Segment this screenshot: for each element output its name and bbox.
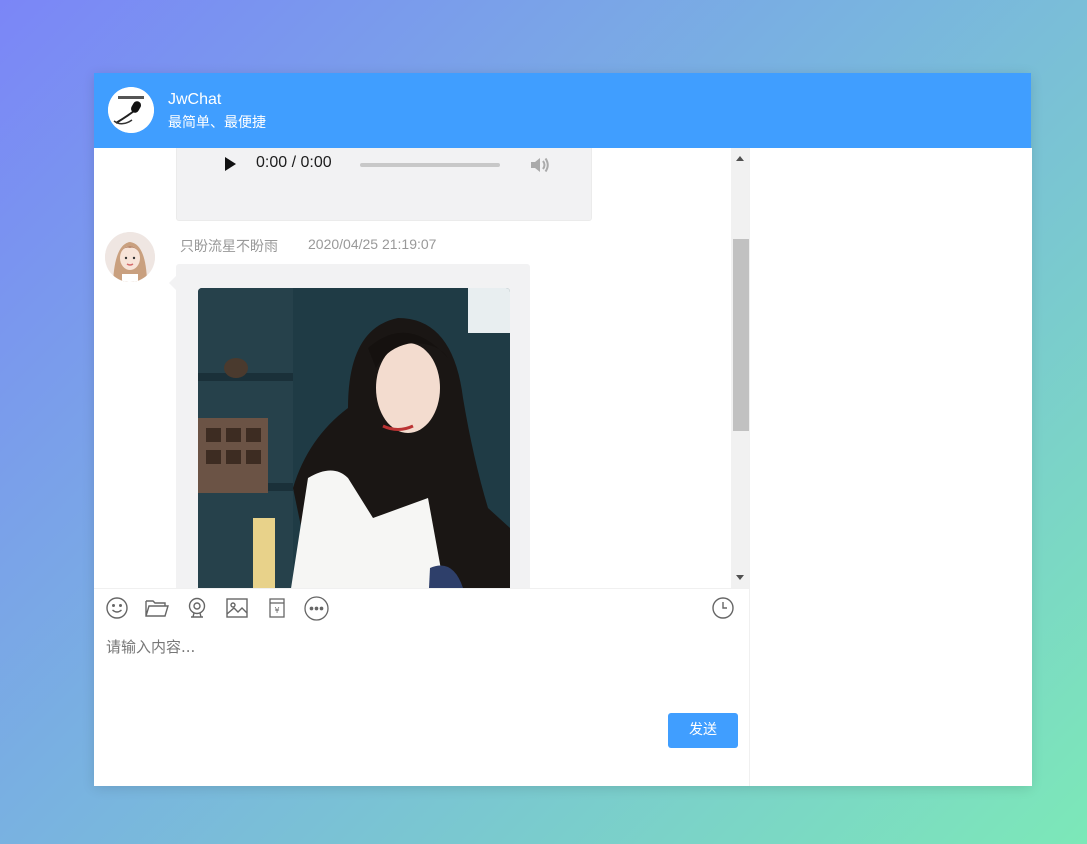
send-button[interactable]: 发送: [668, 713, 738, 748]
audio-progress-bar[interactable]: [360, 163, 500, 167]
image-message: [169, 264, 530, 588]
bubble-arrow: [169, 276, 176, 290]
audio-message: 0:00 / 0:00: [176, 148, 592, 221]
header-subtitle: 最简单、最便捷: [168, 114, 266, 130]
message-input[interactable]: [94, 626, 748, 706]
camera-icon[interactable]: [185, 596, 209, 620]
scroll-up-arrow-icon[interactable]: [736, 156, 744, 161]
history-icon[interactable]: [711, 596, 735, 620]
image-icon[interactable]: [225, 596, 249, 620]
red-packet-icon[interactable]: ¥: [265, 596, 289, 620]
more-icon[interactable]: [304, 596, 329, 621]
chat-window: JwChat 最简单、最便捷 0:00 / 0:00 只盼流星不盼雨 2020/…: [94, 73, 1032, 786]
header-title: JwChat: [168, 91, 222, 108]
message-photo[interactable]: [198, 288, 510, 588]
play-icon[interactable]: [225, 157, 236, 171]
avatar[interactable]: [105, 232, 155, 282]
message-time: 2020/04/25 21:19:07: [308, 236, 437, 252]
scroll-thumb[interactable]: [733, 239, 749, 431]
message-input-area: [94, 626, 749, 706]
volume-icon[interactable]: [529, 155, 551, 180]
chat-header: JwChat 最简单、最便捷: [94, 73, 1031, 148]
header-avatar[interactable]: [108, 87, 154, 133]
audio-time: 0:00 / 0:00: [256, 154, 332, 171]
chat-scrollbar[interactable]: [731, 148, 749, 588]
sender-name: 只盼流星不盼雨: [180, 238, 278, 254]
scroll-down-arrow-icon[interactable]: [736, 575, 744, 580]
right-panel: [749, 148, 1032, 786]
red-packet-symbol: ¥: [274, 606, 279, 615]
input-toolbar: ¥: [94, 588, 749, 627]
folder-icon[interactable]: [144, 596, 169, 620]
emoji-icon[interactable]: [105, 596, 129, 620]
message-list[interactable]: 0:00 / 0:00 只盼流星不盼雨 2020/04/25 21:19:07: [94, 148, 749, 588]
